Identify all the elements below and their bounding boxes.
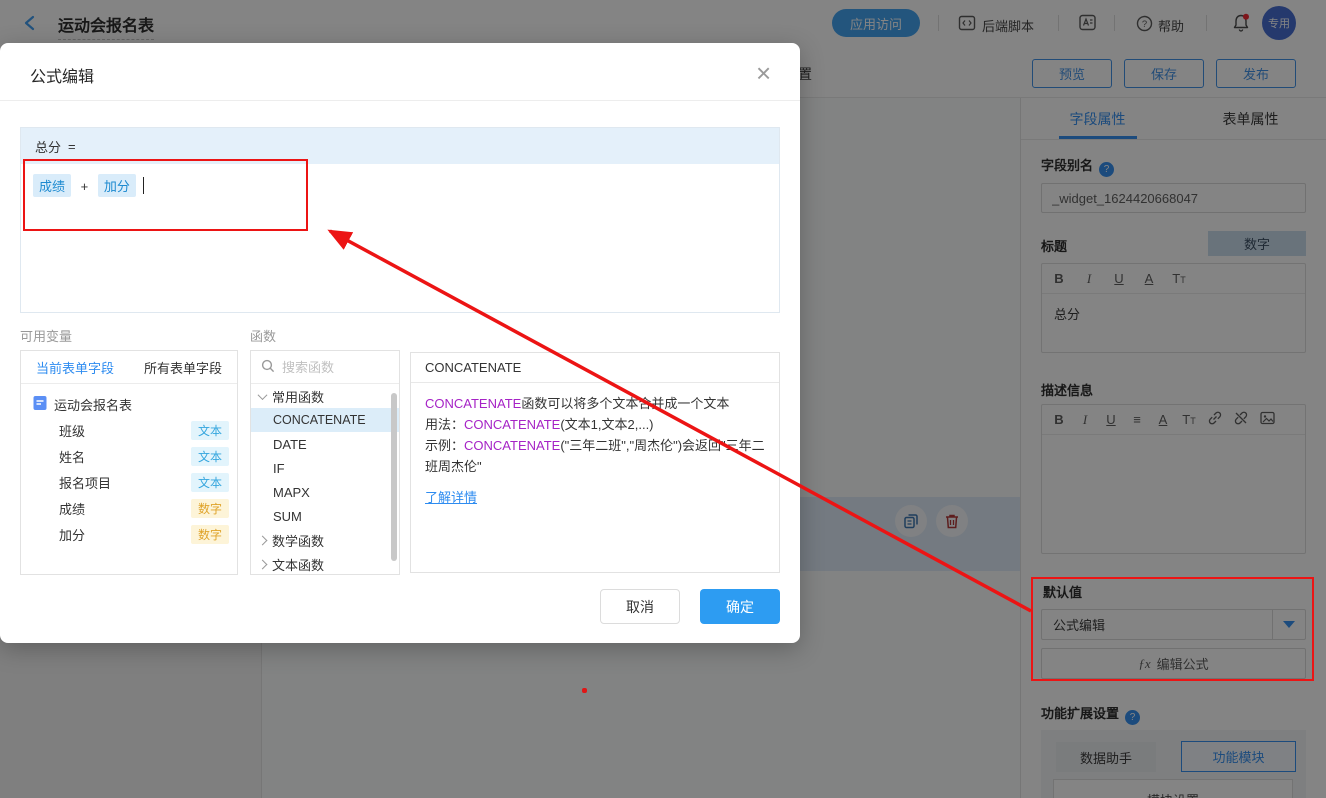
variables-tabs: 当前表单字段 所有表单字段 [21,351,237,384]
function-description: CONCATENATE函数可以将多个文本合并成一个文本 [425,393,765,414]
variable-field-row[interactable]: 班级文本 [21,417,237,443]
formula-result-bar: 总分 = [21,128,779,164]
chevron-down-icon [258,390,268,400]
variable-field-row[interactable]: 成绩数字 [21,495,237,521]
plus-operator: + [81,179,89,194]
chevron-right-icon [258,535,268,545]
functions-label: 函数 [250,326,276,345]
function-detail-body: CONCATENATE函数可以将多个文本合并成一个文本 用法：CONCATENA… [411,383,779,518]
form-icon [33,395,47,414]
search-icon [261,359,275,376]
function-detail-panel: CONCATENATE CONCATENATE函数可以将多个文本合并成一个文本 … [410,352,780,573]
formula-box: 总分 = 成绩 + 加分 [20,127,780,313]
result-field-name: 总分 [35,137,61,156]
learn-more-link[interactable]: 了解详情 [425,487,477,508]
confirm-button[interactable]: 确定 [700,589,780,624]
function-item[interactable]: MAPX [251,480,399,504]
tab-all-form-fields[interactable]: 所有表单字段 [129,351,237,383]
variable-field-row[interactable]: 姓名文本 [21,443,237,469]
variables-panel: 当前表单字段 所有表单字段 运动会报名表 班级文本 姓名文本 报名项目文本 成绩… [20,350,238,575]
close-icon[interactable]: × [756,63,771,83]
field-type-badge: 文本 [191,447,229,466]
function-group-common[interactable]: 常用函数 [251,384,399,408]
chevron-right-icon [258,559,268,569]
field-type-badge: 数字 [191,525,229,544]
function-group-math[interactable]: 数学函数 [251,528,399,552]
formula-input-area[interactable]: 成绩 + 加分 [21,164,779,312]
variable-field-row[interactable]: 报名项目文本 [21,469,237,495]
formula-token[interactable]: 加分 [98,174,136,197]
divider [0,100,800,101]
function-item-selected[interactable]: CONCATENATE [251,408,399,432]
function-item[interactable]: DATE [251,432,399,456]
scrollbar[interactable] [391,393,397,561]
function-item[interactable]: IF [251,456,399,480]
app-root: 运动会报名表 应用访问 后端脚本 ? 帮助 专用 置 预览 保存 发布 [0,0,1326,798]
field-type-badge: 文本 [191,421,229,440]
function-search-input[interactable] [282,360,382,375]
function-group-text[interactable]: 文本函数 [251,552,399,576]
text-cursor [143,177,145,194]
function-item[interactable]: SUM [251,504,399,528]
modal-title: 公式编辑 [30,63,94,87]
function-example: 示例：CONCATENATE("三年二班","周杰伦")会返回"三年二班周杰伦" [425,435,765,477]
tab-current-form-fields[interactable]: 当前表单字段 [21,351,129,383]
function-detail-title: CONCATENATE [411,353,779,383]
variables-label: 可用变量 [20,326,72,345]
field-type-badge: 文本 [191,473,229,492]
field-type-badge: 数字 [191,499,229,518]
equals-sign: = [68,139,76,154]
function-search [251,351,399,384]
formula-token[interactable]: 成绩 [33,174,71,197]
function-usage: 用法：CONCATENATE(文本1,文本2,...) [425,414,765,435]
functions-panel: 常用函数 CONCATENATE DATE IF MAPX SUM 数学函数 文… [250,350,400,575]
form-node[interactable]: 运动会报名表 [21,391,237,417]
variables-tree: 运动会报名表 班级文本 姓名文本 报名项目文本 成绩数字 加分数字 [21,384,237,547]
cancel-button[interactable]: 取消 [600,589,680,624]
formula-editor-modal: 公式编辑 × 总分 = 成绩 + 加分 可用变量 函数 当前表单字段 所有表单字… [0,43,800,643]
variable-field-row[interactable]: 加分数字 [21,521,237,547]
